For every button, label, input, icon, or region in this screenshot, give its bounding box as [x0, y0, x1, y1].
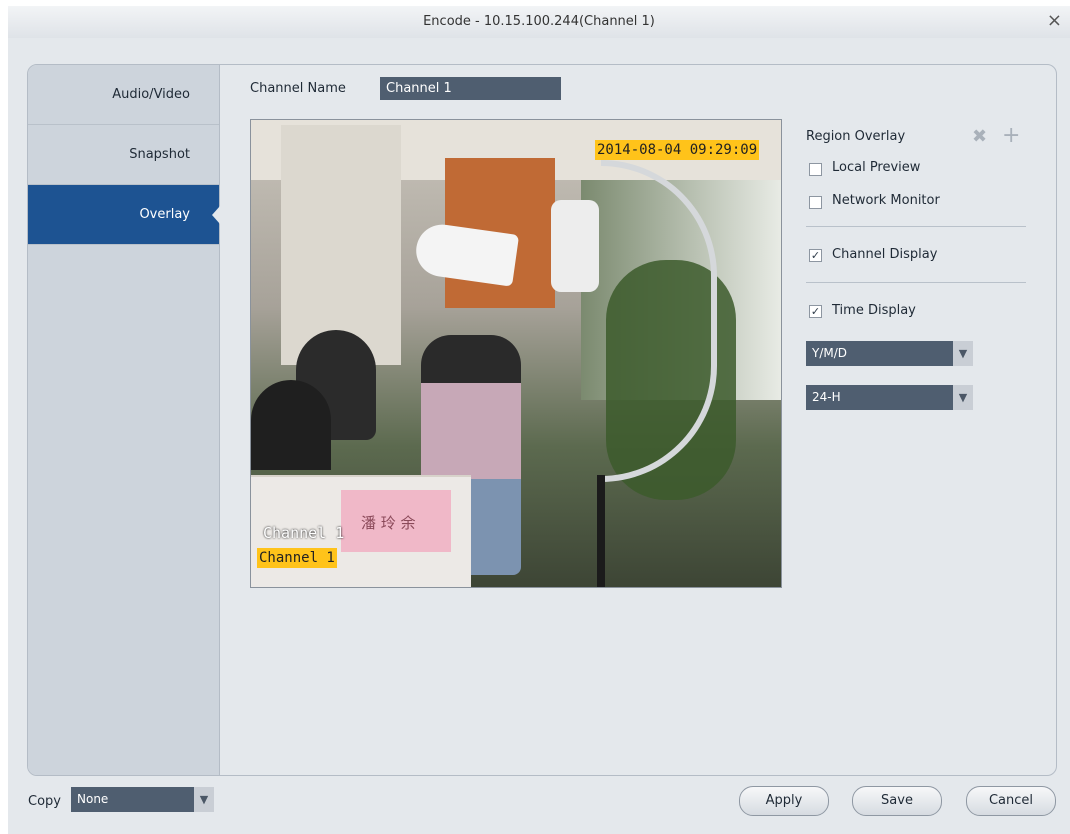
- sidebar-item-audio-video[interactable]: Audio/Video: [28, 65, 219, 125]
- scene-sign-text: 潘 玲 余: [361, 514, 416, 532]
- channel-overlay[interactable]: Channel 1: [257, 548, 337, 568]
- save-button[interactable]: Save: [852, 786, 942, 816]
- chevron-down-icon: ▼: [953, 341, 973, 366]
- channel-name-input[interactable]: [380, 77, 561, 100]
- scene-sign: 潘 玲 余: [341, 490, 451, 552]
- scene-tripod: [561, 475, 641, 587]
- region-overlay-label: Region Overlay: [806, 129, 906, 144]
- local-preview-checkbox[interactable]: [809, 163, 822, 176]
- time-display-checkbox[interactable]: ✓: [809, 305, 822, 318]
- close-icon[interactable]: ×: [1047, 10, 1062, 31]
- local-preview-label: Local Preview: [832, 160, 921, 175]
- copy-label: Copy: [28, 794, 61, 809]
- close-icon[interactable]: ✖: [972, 126, 987, 147]
- plus-icon[interactable]: +: [1002, 123, 1020, 148]
- time-overlay[interactable]: 2014-08-04 09:29:09: [595, 140, 760, 160]
- divider: [806, 282, 1026, 283]
- date-format-select[interactable]: Y/M/D ▼: [806, 341, 973, 366]
- video-preview[interactable]: 潘 玲 余 2014-08-04 09:29:09 Channel 1 Chan…: [250, 119, 782, 588]
- copy-select-value: None: [77, 792, 109, 806]
- scene-wall: [281, 125, 401, 365]
- channel-display-checkbox[interactable]: ✓: [809, 249, 822, 262]
- cancel-button[interactable]: Cancel: [966, 786, 1056, 816]
- channel-name-label: Channel Name: [250, 81, 346, 96]
- sidebar-item-snapshot[interactable]: Snapshot: [28, 125, 219, 185]
- time-format-value: 24-H: [812, 390, 841, 404]
- chevron-down-icon: ▼: [194, 787, 214, 812]
- scene-camera-mount: [551, 200, 599, 292]
- sidebar: Audio/Video Snapshot Overlay: [28, 65, 220, 775]
- time-format-select[interactable]: 24-H ▼: [806, 385, 973, 410]
- title-bar: Encode - 10.15.100.244(Channel 1) ×: [8, 6, 1070, 39]
- divider: [806, 226, 1026, 227]
- sidebar-item-label: Audio/Video: [112, 87, 190, 102]
- sidebar-item-label: Snapshot: [129, 147, 190, 162]
- apply-button[interactable]: Apply: [739, 786, 829, 816]
- copy-select[interactable]: None ▼: [71, 787, 214, 812]
- sidebar-item-label: Overlay: [139, 207, 190, 222]
- window-title: Encode - 10.15.100.244(Channel 1): [423, 14, 655, 29]
- network-monitor-label: Network Monitor: [832, 193, 940, 208]
- scene-person: [251, 380, 331, 470]
- chevron-down-icon: ▼: [953, 385, 973, 410]
- channel-ghost-text: Channel 1: [263, 524, 345, 542]
- network-monitor-checkbox[interactable]: [809, 196, 822, 209]
- date-format-value: Y/M/D: [812, 346, 848, 360]
- sidebar-item-overlay[interactable]: Overlay: [28, 185, 220, 245]
- channel-display-label: Channel Display: [832, 247, 938, 262]
- time-display-label: Time Display: [832, 303, 916, 318]
